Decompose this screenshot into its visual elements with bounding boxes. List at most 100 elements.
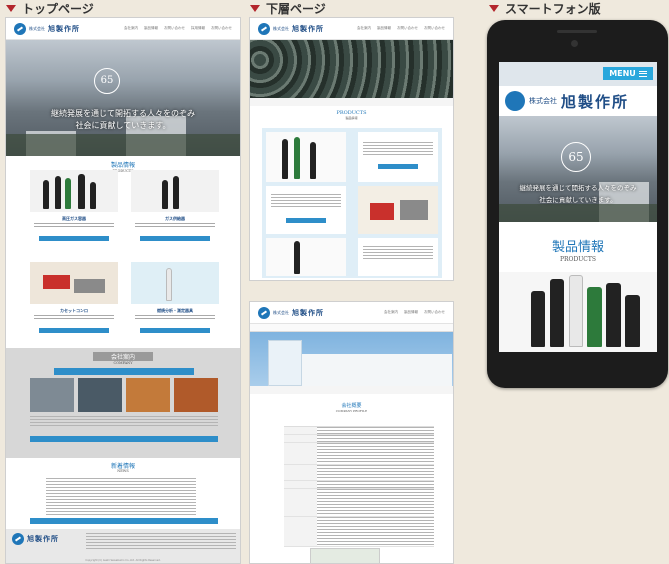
cylinder-image — [568, 275, 583, 348]
nav-item[interactable]: お問い合わせ — [211, 26, 232, 31]
down-triangle-icon — [6, 5, 16, 12]
company-table — [284, 426, 434, 547]
cylinder-image — [166, 267, 173, 302]
product-desc — [135, 315, 215, 321]
anniversary-number: 65 — [100, 75, 114, 86]
table-head — [284, 481, 317, 488]
company-banner — [54, 368, 194, 375]
top-logo[interactable]: 株式会社 旭製作所 — [14, 22, 80, 35]
product-button[interactable] — [286, 218, 326, 223]
menu-button[interactable]: MENU — [603, 67, 653, 80]
anniversary-emblem: 65 — [94, 68, 120, 94]
sp-logo-bar[interactable]: 株式会社 旭製作所 — [499, 86, 657, 116]
nav-item[interactable]: 製品情報 — [377, 26, 391, 31]
sp-logo-name: 旭製作所 — [561, 92, 630, 111]
trees — [499, 204, 657, 222]
sp-hero-line-2: 社会に貢献していきます。 — [539, 196, 617, 204]
label-smartphone: スマートフォン版 — [489, 0, 601, 17]
company-logo[interactable]: 株式会社 旭製作所 — [258, 306, 324, 319]
cylinder-image — [294, 136, 300, 179]
product-tile[interactable]: ガス供給器 — [131, 170, 219, 254]
cylinder-image — [606, 283, 621, 348]
company-hero — [250, 332, 453, 386]
company-button[interactable] — [30, 436, 218, 442]
sp-products-image — [499, 272, 657, 352]
table-row — [284, 443, 434, 465]
product-caption: 高圧ガス容器 — [62, 216, 86, 221]
sp-anniversary-number: 65 — [568, 150, 584, 164]
nav-item[interactable]: 製品情報 — [144, 26, 158, 31]
footer-logo: 旭製作所 — [12, 533, 59, 545]
lower-header: 株式会社 旭製作所 会社案内 製品情報 お問い合わせ お問い合わせ — [250, 18, 453, 40]
company-subtitle: COMPANY — [113, 361, 133, 365]
product-button[interactable] — [378, 164, 418, 169]
nav-item[interactable]: 会社案内 — [124, 26, 138, 31]
cylinder-image — [89, 182, 96, 210]
news-list — [46, 478, 196, 516]
news-subtitle: NEWS — [117, 469, 129, 473]
down-triangle-icon — [489, 5, 499, 12]
nav-item[interactable]: 会社案内 — [384, 310, 398, 315]
label-top-page: トップページ — [6, 0, 94, 17]
company-header: 株式会社 旭製作所 会社案内 製品情報 お問い合わせ — [250, 302, 453, 324]
hero-line-1: 継続発展を通じて開拓する人々をのぞみ — [51, 109, 195, 118]
news-button[interactable] — [30, 518, 218, 524]
footer-logo-name: 旭製作所 — [27, 534, 59, 543]
product-image — [266, 132, 346, 182]
product-tile[interactable]: 燃焼分析・測定器具 — [131, 262, 219, 346]
nav-item[interactable]: お問い合わせ — [424, 26, 445, 31]
nav-item[interactable]: お問い合わせ — [164, 26, 185, 31]
company-profile-title: 会社概要 — [341, 403, 362, 409]
cassette-stove-image — [370, 202, 394, 220]
top-footer: 旭製作所 Copyright (C) Asahi Seisakusho Co.,… — [6, 529, 240, 563]
company-logo-icon — [505, 91, 525, 111]
nav-item[interactable]: 会社案内 — [357, 26, 371, 31]
company-building-image — [268, 340, 302, 386]
cylinder-image — [65, 177, 72, 210]
product-button[interactable] — [139, 236, 211, 241]
logo-small: 株式会社 — [273, 309, 289, 315]
logo-name: 旭製作所 — [48, 23, 80, 33]
sub-nav — [250, 324, 453, 332]
smartphone-frame: MENU 株式会社 旭製作所 65 継続発展を通じて開拓する人々をのぞみ 社会に… — [487, 20, 668, 388]
product-caption: カセットコンロ — [60, 308, 88, 313]
cylinder-image — [294, 241, 300, 274]
nav-item[interactable]: 採用情報 — [191, 26, 205, 31]
product-button[interactable] — [38, 328, 110, 333]
table-row — [284, 435, 434, 443]
product-image — [30, 262, 118, 304]
product-tile[interactable]: 高圧ガス容器 — [30, 170, 118, 254]
top-header: 株式会社 旭製作所 会社案内 製品情報 お問い合わせ 採用情報 お問い合わせ — [6, 18, 240, 40]
cylinder-image — [78, 173, 85, 210]
cylinder-image — [587, 287, 602, 348]
product-button[interactable] — [139, 328, 211, 333]
breadcrumb — [250, 98, 453, 106]
label-lower-text: 下層ページ — [266, 2, 326, 16]
table-row — [284, 465, 434, 481]
cylinder-image — [43, 180, 50, 210]
sp-logo-small: 株式会社 — [529, 97, 557, 105]
nav-item[interactable]: お問い合わせ — [397, 26, 418, 31]
lower-logo[interactable]: 株式会社 旭製作所 — [258, 22, 324, 35]
camera-icon — [571, 40, 578, 47]
table-head — [284, 443, 317, 464]
product-desc — [34, 223, 114, 229]
product-tile[interactable]: カセットコンロ — [30, 262, 118, 346]
lower-hero — [250, 40, 453, 98]
product-text — [363, 246, 433, 260]
cassette-stove-image — [74, 278, 105, 294]
company-logo-icon — [12, 533, 24, 545]
top-page-mock: 株式会社 旭製作所 会社案内 製品情報 お問い合わせ 採用情報 お問い合わせ 6… — [5, 17, 241, 564]
product-image — [131, 170, 219, 212]
product-image — [266, 238, 346, 276]
company-logo-icon — [258, 22, 270, 35]
nav-item[interactable]: 製品情報 — [404, 310, 418, 315]
products-panel — [262, 128, 442, 278]
company-map — [310, 548, 380, 563]
product-button[interactable] — [38, 236, 110, 241]
table-head — [284, 465, 317, 480]
sp-hero: 65 継続発展を通じて開拓する人々をのぞみ 社会に貢献していきます。 — [499, 116, 657, 222]
nav-item[interactable]: お問い合わせ — [424, 310, 445, 315]
table-cell — [317, 427, 434, 434]
company-photo — [174, 378, 218, 412]
